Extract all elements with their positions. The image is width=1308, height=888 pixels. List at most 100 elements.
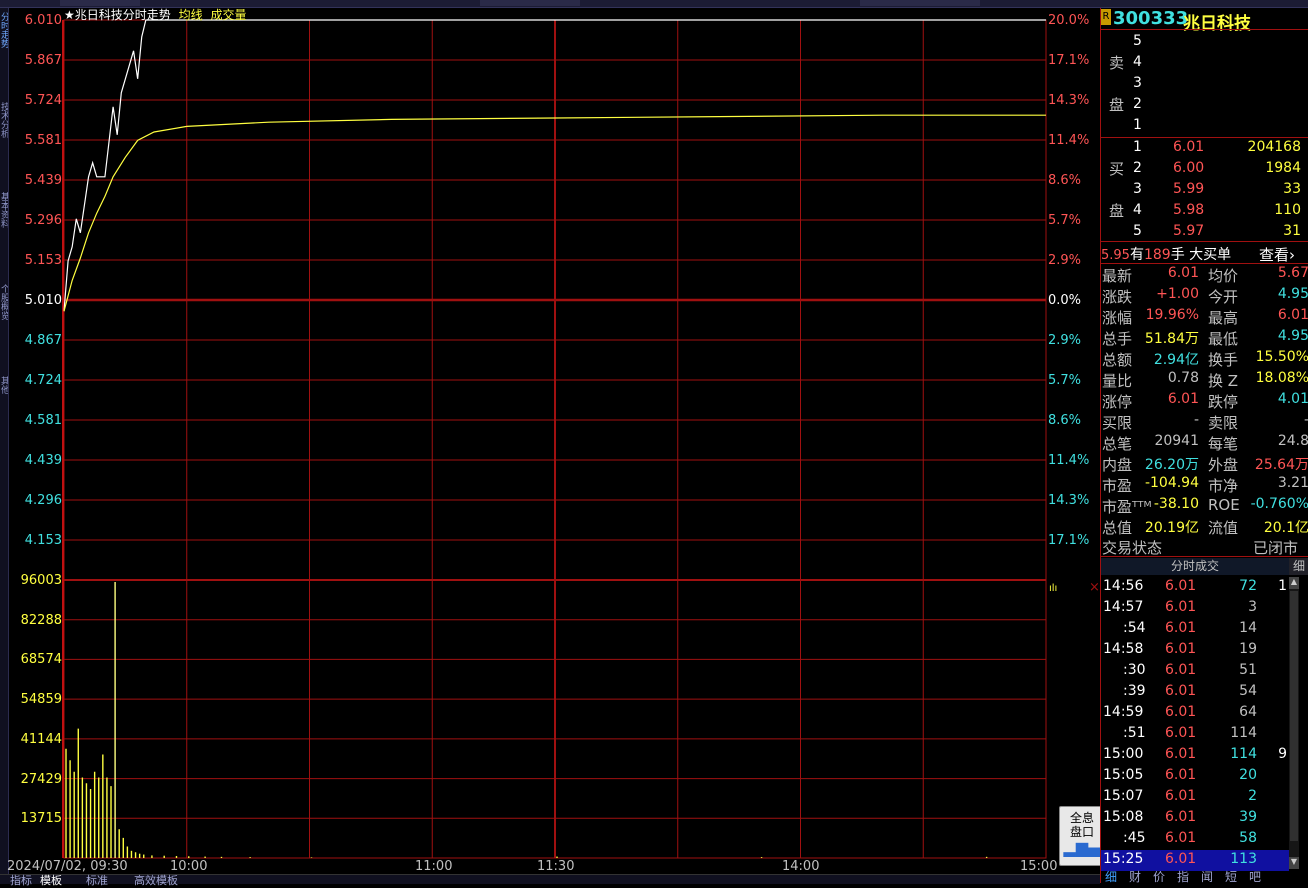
tick-price: 6.01: [1165, 599, 1197, 615]
buy-volume: 31: [1283, 223, 1301, 239]
price-tick-label: 4.153: [24, 533, 62, 548]
close-icon[interactable]: ×: [1089, 580, 1100, 595]
volume-tick-label: 13715: [20, 811, 62, 827]
intraday-chart-area[interactable]: ★兆日科技分时走势 均线 成交量 6.010 20.0% 5.867 17.1% 5.7…: [7, 8, 1105, 874]
full-orderbook-button[interactable]: 全息 盘口 ▂▆▄: [1059, 806, 1105, 866]
tick-row[interactable]: 14:57 6.01 3: [1101, 598, 1289, 619]
pct-tick-label: 11.4%: [1048, 133, 1090, 148]
tick-volume: 54: [1239, 683, 1257, 699]
tab-standard[interactable]: 标准: [86, 872, 108, 888]
right-tab[interactable]: 财: [1129, 868, 1141, 885]
volume-legend[interactable]: 成交量: [210, 8, 246, 22]
r-icon[interactable]: R: [1101, 9, 1111, 25]
sell-row[interactable]: 2: [1101, 95, 1301, 116]
quote-value: 18.08%: [1255, 370, 1308, 386]
pct-tick-label: 8.6%: [1048, 413, 1082, 428]
quote-label: 涨停: [1102, 393, 1133, 411]
quote-row: 涨幅 19.96% 最高 6.01: [1101, 306, 1308, 327]
quote-value: 51.84万: [1144, 331, 1199, 347]
buy-row[interactable]: 2 6.00 1984: [1101, 159, 1301, 180]
time-tick-label: 14:00: [782, 859, 820, 874]
buy-row[interactable]: 1 6.01 204168: [1101, 138, 1301, 159]
tick-price: 6.01: [1165, 578, 1197, 594]
pct-tick-label: 5.7%: [1048, 213, 1082, 228]
tick-row[interactable]: :45 6.01 58: [1101, 829, 1289, 850]
intraday-chart[interactable]: [9, 8, 1100, 874]
price-tick-label: 4.581: [24, 413, 62, 428]
big-order-bar[interactable]: 5.95有189手 大买单: [1101, 244, 1231, 264]
tick-time: :51: [1123, 725, 1146, 741]
tick-row[interactable]: 14:58 6.01 19: [1101, 640, 1289, 661]
tick-volume: 114: [1230, 725, 1257, 741]
volume-small-icon[interactable]: ılı: [1049, 583, 1057, 594]
ticks-scrollbar[interactable]: ▲ ▼: [1289, 577, 1299, 869]
right-tab[interactable]: 细: [1105, 868, 1117, 885]
ticks-detail-button[interactable]: 细: [1289, 558, 1308, 575]
tick-row[interactable]: :54 6.01 14: [1101, 619, 1289, 640]
price-tick-label: 5.296: [24, 213, 62, 228]
tick-row[interactable]: 15:05 6.01 20: [1101, 766, 1289, 787]
buy-row[interactable]: 4 5.98 110: [1101, 201, 1301, 222]
pct-tick-label: 5.7%: [1048, 373, 1082, 388]
right-tab[interactable]: 闻: [1201, 868, 1213, 885]
tick-row[interactable]: 14:59 6.01 64: [1101, 703, 1289, 724]
sell-row[interactable]: 5: [1101, 32, 1301, 53]
tab-efficient[interactable]: 高效模板: [134, 872, 178, 888]
price-tick-label: 6.010: [24, 13, 62, 28]
right-tab[interactable]: 吧: [1249, 868, 1261, 885]
tick-volume: 39: [1239, 809, 1257, 825]
tab-indicator[interactable]: 指标: [10, 872, 32, 888]
quote-panel: R 300333 兆日科技 卖 盘 54321 买 盘 1 6.01 204168 2…: [1100, 8, 1308, 885]
right-tab[interactable]: 价: [1153, 868, 1165, 885]
tab-template[interactable]: 模板: [40, 872, 62, 888]
tick-row[interactable]: :39 6.01 54: [1101, 682, 1289, 703]
tick-row[interactable]: :51 6.01 114: [1101, 724, 1289, 745]
avg-line-legend[interactable]: 均线: [179, 8, 203, 22]
tick-row[interactable]: 14:56 6.01 72 1: [1101, 577, 1289, 598]
tick-count: 9: [1278, 746, 1287, 762]
trade-state-value: 已闭市: [1253, 539, 1299, 557]
tick-row[interactable]: 15:08 6.01 39: [1101, 808, 1289, 829]
view-link[interactable]: 查看›: [1259, 244, 1295, 265]
trade-state-label: 交易状态: [1102, 539, 1163, 557]
price-tick-label: 4.724: [24, 373, 62, 388]
tick-row[interactable]: 15:00 6.01 114 9: [1101, 745, 1289, 766]
right-tab[interactable]: 指: [1177, 868, 1189, 885]
tab-overview[interactable]: 个股概览: [0, 284, 8, 344]
buy-row[interactable]: 3 5.99 33: [1101, 180, 1301, 201]
quote-value: 26.20万: [1144, 457, 1199, 473]
quote-label: 市盈ᵀᵀᴹ: [1102, 498, 1152, 516]
volume-tick-label: 96003: [20, 573, 62, 588]
scroll-down-icon[interactable]: ▼: [1289, 857, 1299, 869]
tick-price: 6.01: [1165, 851, 1197, 867]
scroll-up-icon[interactable]: ▲: [1289, 577, 1299, 589]
tick-row[interactable]: 15:07 6.01 2: [1101, 787, 1289, 808]
buy-level: 4: [1133, 202, 1142, 218]
quote-value: 4.95: [1277, 286, 1308, 302]
quote-label: 换 Z: [1208, 372, 1239, 390]
tick-row[interactable]: :30 6.01 51: [1101, 661, 1289, 682]
quote-value: -: [1304, 412, 1308, 428]
full-button-label-1: 全息: [1069, 811, 1094, 825]
tick-time: 15:00: [1103, 746, 1144, 762]
pct-tick-label: 17.1%: [1048, 533, 1090, 548]
tab-technical[interactable]: 技术分析: [0, 102, 8, 162]
top-tab[interactable]: [860, 0, 980, 6]
tab-fundamental[interactable]: 基本资料: [0, 192, 8, 252]
quote-value: 5.67: [1277, 265, 1308, 281]
quote-row: 市盈ᵀᵀᴹ -38.10 ROE -0.760%: [1101, 495, 1308, 516]
tab-intraday[interactable]: 分时走势: [0, 12, 8, 72]
tab-other[interactable]: 其他: [0, 376, 8, 416]
scroll-thumb[interactable]: [1290, 591, 1298, 841]
buy-row[interactable]: 5 5.97 31: [1101, 222, 1301, 243]
quote-value: 6.01: [1167, 265, 1199, 281]
ticks-header: 分时成交: [1101, 558, 1289, 575]
quote-value: 19.96%: [1145, 307, 1199, 323]
buy-level: 3: [1133, 181, 1142, 197]
sell-row[interactable]: 1: [1101, 116, 1301, 137]
top-tab[interactable]: [480, 0, 580, 6]
sell-row[interactable]: 4: [1101, 53, 1301, 74]
right-tab[interactable]: 短: [1225, 868, 1237, 885]
buy-volume: 110: [1274, 202, 1301, 218]
sell-row[interactable]: 3: [1101, 74, 1301, 95]
